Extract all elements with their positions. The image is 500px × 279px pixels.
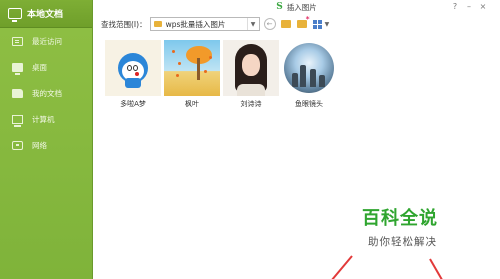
new-folder-button[interactable]	[296, 15, 310, 30]
sidebar-item-label: 最近访问	[32, 36, 62, 46]
network-icon	[12, 140, 23, 150]
sidebar-item-label: 桌面	[32, 62, 47, 72]
new-folder-icon	[296, 15, 310, 28]
file-name: 刘诗诗	[240, 100, 262, 108]
documents-icon	[12, 88, 23, 98]
watermark-subtitle: 助你轻松解决	[368, 236, 437, 248]
file-name: 枫叶	[185, 100, 199, 108]
dialog-toolbar: 查找范围(I)： wps批量插入图片 ▼ ← ▼	[93, 14, 500, 34]
file-item[interactable]: 鱼眼镜头	[281, 40, 337, 109]
file-item[interactable]: 刘诗诗	[223, 40, 279, 109]
watermark-title: 百科全说	[362, 208, 438, 229]
portrait-thumbnail	[223, 40, 279, 96]
maple-leaf-thumbnail	[164, 40, 220, 96]
folder-icon	[153, 21, 162, 27]
monitor-icon	[8, 8, 22, 22]
sidebar-item-network[interactable]: 网络	[0, 132, 92, 158]
desktop-icon	[12, 62, 23, 75]
wps-logo-icon: S	[276, 2, 283, 12]
sidebar: 本地文档 最近访问 桌面 我的文档 计算机 网络	[0, 0, 93, 279]
minimize-icon[interactable]: –	[464, 2, 474, 11]
computer-icon	[12, 114, 23, 127]
view-menu-button[interactable]	[312, 18, 324, 30]
file-item[interactable]: 多啦A梦	[105, 40, 161, 109]
up-folder-button[interactable]	[280, 18, 292, 30]
close-icon[interactable]: ×	[478, 2, 488, 11]
up-folder-icon	[280, 20, 291, 28]
file-item[interactable]: 枫叶	[164, 40, 220, 109]
sidebar-item-label: 我的文档	[32, 88, 62, 98]
lookin-label: 查找范围(I)：	[101, 19, 147, 29]
sidebar-header: 本地文档	[0, 0, 92, 28]
file-name: 鱼眼镜头	[295, 100, 323, 108]
fisheye-thumbnail	[281, 40, 337, 96]
back-button[interactable]: ←	[263, 18, 276, 30]
sidebar-item-recent[interactable]: 最近访问	[0, 28, 92, 54]
grid-view-icon	[312, 19, 323, 29]
sidebar-item-documents[interactable]: 我的文档	[0, 80, 92, 106]
sidebar-title: 本地文档	[27, 10, 64, 20]
lookin-path-value: wps批量插入图片	[165, 19, 226, 29]
view-dropdown-icon[interactable]: ▼	[325, 21, 330, 28]
sidebar-item-label: 网络	[32, 140, 47, 150]
dialog-title: 插入图片	[286, 2, 317, 12]
sidebar-item-label: 计算机	[32, 114, 55, 124]
sidebar-item-desktop[interactable]: 桌面	[0, 54, 92, 80]
recent-icon	[12, 36, 23, 46]
chevron-down-icon[interactable]: ▼	[246, 18, 259, 30]
lookin-path-select[interactable]: wps批量插入图片 ▼	[149, 17, 260, 31]
sidebar-item-computer[interactable]: 计算机	[0, 106, 92, 132]
file-name: 多啦A梦	[120, 100, 146, 108]
watermark: 百科全说 助你轻松解决	[362, 204, 472, 249]
dialog-titlebar: S 插入图片 ? – ×	[93, 0, 500, 14]
doraemon-thumbnail	[105, 40, 161, 96]
help-icon[interactable]: ?	[450, 2, 460, 11]
